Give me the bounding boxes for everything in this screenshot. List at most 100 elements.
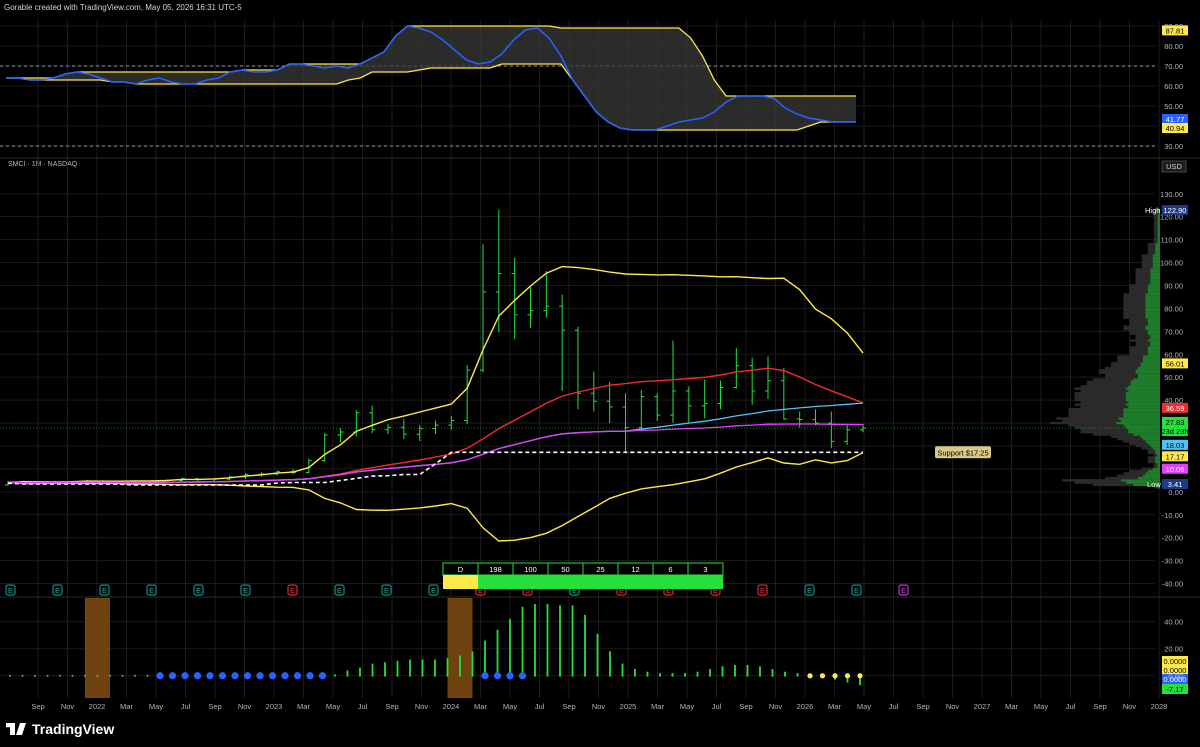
earnings-marker[interactable]: E [5,584,16,596]
volume-profile-bar [1153,453,1158,457]
volume-profile-bar [1086,382,1131,386]
earnings-marker[interactable]: E [851,584,862,596]
volume-profile-bar [1147,350,1160,354]
time-axis-label: 2028 [1151,702,1168,711]
signal-table: D 198 100 50 25 12 6 3 [442,562,724,589]
table-state-cell [548,575,583,589]
zero-line-dot [584,674,586,677]
zero-line-dot [659,674,661,677]
table-state-cell [513,575,548,589]
volume-profile-bar [1145,472,1160,475]
zero-line-dot [759,674,761,677]
volume-profile-bar [1125,426,1160,429]
support-label: Support $17.25 [937,448,988,457]
zero-line-dot [621,674,624,677]
zero-line-dot [844,673,851,679]
zero-line-dot [721,674,724,677]
volume-profile-bar [1157,224,1160,228]
time-axis-label: May [1034,702,1048,711]
volume-profile-bar [1147,288,1160,292]
zero-line-dot [34,674,36,677]
volume-profile-bar [1123,309,1146,312]
time-axis-label: Nov [415,702,429,711]
volume-profile-bar [1074,398,1126,402]
earnings-marker[interactable]: E [334,584,345,596]
price-tick-label: 60.00 [1164,350,1183,359]
time-axis-label: Sep [739,702,752,711]
volume-profile-bar [1142,359,1160,363]
volume-profile-bar [1123,327,1146,331]
volume-profile-bar [1068,412,1124,416]
volume-profile-bar [1105,476,1138,480]
earnings-letter: E [102,586,107,595]
earnings-marker[interactable]: E [381,584,392,596]
volume-profile-bar [1129,286,1148,289]
earnings-marker[interactable]: E [193,584,204,596]
low-value: 3.41 [1168,480,1183,489]
volume-profile-bar [1145,295,1160,299]
earnings-marker[interactable]: E [99,584,110,596]
volume-profile-bar [1062,419,1121,422]
volume-profile-bar [1147,460,1156,464]
earnings-letter: E [290,586,295,595]
volume-profile-bar [1129,332,1148,335]
volume-profile-bar [1147,323,1160,326]
time-axis-label: Nov [946,702,960,711]
earnings-letter: E [337,586,342,595]
volume-profile-bar [1142,355,1160,358]
earnings-marker[interactable]: E [757,584,768,596]
volume-profile-bar [1125,387,1160,390]
zero-line-dot [121,674,124,677]
volume-profile-bar [1128,431,1160,434]
time-axis-label: May [149,702,163,711]
zero-line-dot [409,674,411,677]
volume-profile-bar [1153,215,1158,218]
time-axis-label: Sep [916,702,929,711]
volume-profile-bar [1141,263,1153,267]
volume-profile-bar [1147,339,1160,342]
osc-tick-label: 80.00 [1164,42,1183,51]
earnings-letter: E [854,586,859,595]
zero-line-dot [784,674,786,677]
earnings-marker[interactable]: E [240,584,251,596]
volume-profile-bar [1111,362,1141,365]
table-header-text: 3 [703,565,707,574]
zero-line-dot [59,674,61,677]
lower-bollinger-band [7,451,864,542]
earnings-marker[interactable]: E [287,584,298,596]
earnings-marker[interactable]: E [898,584,909,596]
time-axis-label: 2024 [443,702,460,711]
volume-profile-bar [1123,408,1160,411]
earnings-letter: E [243,586,248,595]
volume-profile-bar [1150,275,1160,278]
earnings-letter: E [431,586,436,595]
volume-profile-bar [1128,428,1160,432]
volume-profile-bar [1157,226,1160,230]
zero-line-dot [734,674,736,677]
volume-profile-bar [1120,419,1160,422]
earnings-marker[interactable]: E [428,584,439,596]
zero-line-dot [334,674,336,677]
tradingview-logo[interactable]: TradingView [6,721,114,737]
volume-profile-bar [1147,442,1160,445]
zero-line-dot [371,674,374,677]
time-axis-label: May [326,702,340,711]
volume-profile-bar [1135,270,1151,273]
volume-profile-bar [1145,309,1160,312]
volume-profile-bar [1150,337,1160,340]
chart-canvas[interactable]: Support $17.25 EEEEEEEEEEESEEEEEEEE D 198… [0,0,1200,747]
time-axis-label: Nov [61,702,75,711]
earnings-marker[interactable]: E [804,584,815,596]
earnings-letter: E [8,586,13,595]
volume-profile-bar [1135,371,1160,374]
zero-line-dot [696,674,699,677]
earnings-marker[interactable]: E [146,584,157,596]
volume-profile-bar [1147,242,1156,246]
table-state-cell [688,575,723,589]
zero-line-dot [534,674,536,677]
volume-profile-bar [1157,453,1160,457]
earnings-marker[interactable]: E [52,584,63,596]
volume-profile-bar [1080,431,1129,434]
volume-profile-bar [1147,330,1160,333]
volume-profile-bar [1125,392,1160,395]
